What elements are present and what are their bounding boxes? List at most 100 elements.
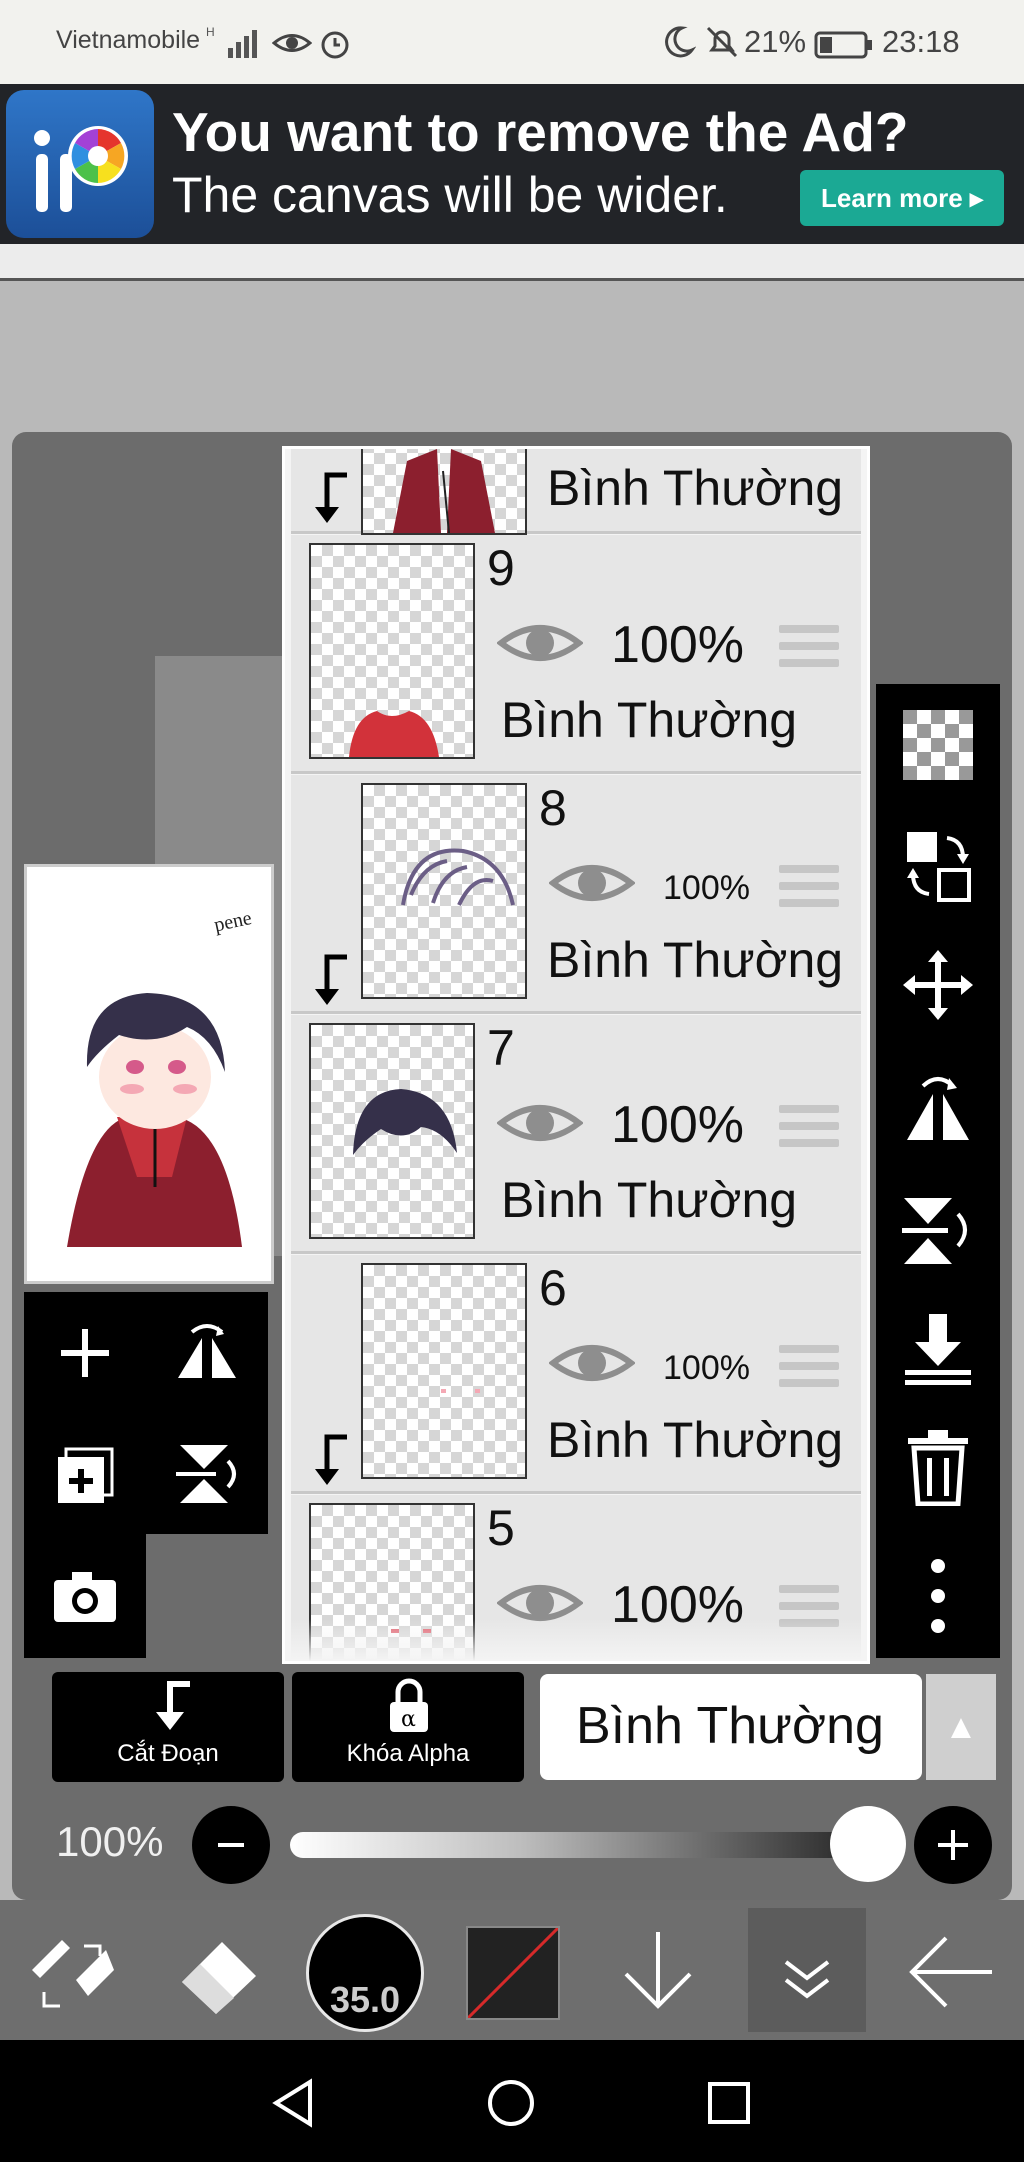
eraser-icon[interactable] — [176, 1930, 262, 2014]
layer-toolbar — [876, 684, 1000, 1658]
blend-mode-value: Bình Thường — [576, 1697, 884, 1755]
dropdown-arrow-icon[interactable]: ▲ — [926, 1674, 996, 1780]
layers-list[interactable]: Bình Thường 9 100% Bình Thường 8 100% Bì… — [282, 446, 870, 1664]
learn-more-button[interactable]: Learn more ▸ — [800, 170, 1004, 226]
opacity-slider-knob[interactable] — [830, 1806, 906, 1882]
muted-bell-icon — [706, 26, 738, 58]
layer-thumbnail — [309, 1023, 475, 1239]
delete-layer-icon[interactable] — [876, 1430, 1000, 1506]
brush-size-button[interactable]: 35.0 — [306, 1914, 424, 2032]
canvas-preview[interactable]: pene — [24, 864, 274, 1284]
plus-icon — [938, 1830, 968, 1860]
layer-item[interactable]: 8 100% Bình Thường — [291, 775, 861, 1014]
character-drawing: pene — [67, 907, 254, 1247]
brush-size-value: 35.0 — [329, 1979, 401, 2020]
layer-thumbnail — [361, 449, 527, 535]
clock: 23:18 — [882, 24, 960, 59]
layer-opacity: 100% — [663, 1349, 750, 1387]
layer-item[interactable]: 9 100% Bình Thường — [291, 535, 861, 774]
clipping-button[interactable]: Cắt Đoạn — [52, 1672, 284, 1782]
flip-layer-vertical-icon[interactable] — [876, 1192, 1000, 1268]
drag-handle-icon[interactable] — [779, 1345, 839, 1396]
eye-comfort-icon — [272, 34, 312, 52]
swap-layers-icon[interactable] — [876, 828, 1000, 904]
svg-text:α: α — [401, 1707, 416, 1732]
more-options-icon[interactable] — [876, 1558, 1000, 1634]
svg-text:H: H — [206, 25, 215, 39]
layer-number: 8 — [539, 780, 567, 836]
collapse-panel-button[interactable] — [748, 1908, 866, 2032]
visibility-eye-icon[interactable] — [497, 1093, 583, 1153]
nav-home-icon[interactable] — [486, 2078, 536, 2128]
opacity-decrease-button[interactable] — [192, 1806, 270, 1884]
battery-percent: 21% — [744, 24, 807, 59]
layer-blend-mode: Bình Thường — [501, 692, 798, 748]
layer-number: 6 — [539, 1260, 567, 1316]
layer-blend-mode: Bình Thường — [547, 932, 844, 988]
color-wheel-icon — [34, 126, 128, 212]
battery-icon — [814, 31, 872, 59]
clipping-arrow-icon — [156, 1681, 190, 1730]
bottom-toolbar: 35.0 — [0, 1900, 1024, 2040]
layer-number: 9 — [487, 540, 515, 596]
layer-number: 7 — [487, 1020, 515, 1076]
flip-vertical-icon[interactable] — [146, 1414, 268, 1534]
add-layer-icon[interactable] — [24, 1292, 146, 1414]
clipping-arrow-icon — [315, 954, 347, 1005]
camera-icon[interactable] — [24, 1534, 146, 1658]
ibispaint-logo — [6, 90, 154, 238]
layer-thumbnail — [361, 1263, 527, 1479]
drag-handle-icon[interactable] — [779, 625, 839, 676]
layer-opacity: 100% — [611, 1096, 744, 1154]
layer-item[interactable]: Bình Thường — [291, 449, 861, 535]
clipping-arrow-icon — [315, 472, 347, 523]
layer-item[interactable]: 7 100% Bình Thường — [291, 1015, 861, 1254]
ad-divider — [0, 244, 1024, 281]
opacity-value: 100% — [56, 1818, 164, 1865]
signal-icon: H — [206, 25, 257, 58]
opacity-slider[interactable] — [290, 1832, 870, 1858]
merge-down-icon[interactable] — [876, 1312, 1000, 1388]
carrier-name: Vietnamobile — [56, 26, 201, 54]
layer-opacity: 100% — [611, 616, 744, 674]
duplicate-layer-icon[interactable] — [24, 1414, 146, 1534]
nav-back-icon[interactable] — [270, 2078, 316, 2128]
alarm-icon — [321, 31, 349, 59]
layer-number: 5 — [487, 1500, 515, 1556]
new-transparent-layer-icon[interactable] — [876, 710, 1000, 780]
no-color-slash — [468, 1928, 558, 2018]
flip-horizontal-icon[interactable] — [146, 1292, 268, 1414]
android-nav-bar — [0, 2040, 1024, 2162]
minus-icon — [218, 1843, 244, 1847]
ad-subline: The canvas will be wider. — [172, 167, 728, 223]
layer-item[interactable]: 6 100% Bình Thường — [291, 1255, 861, 1494]
svg-text:pene: pene — [212, 907, 254, 936]
blend-mode-select[interactable]: Bình Thường ▲ — [540, 1674, 996, 1780]
layer-blend-mode: Bình Thường — [547, 1412, 844, 1468]
nav-recents-icon[interactable] — [706, 2080, 752, 2126]
color-swatch[interactable] — [466, 1926, 560, 2020]
double-chevron-down-icon — [784, 1960, 830, 1999]
arrow-down-icon[interactable] — [618, 1928, 698, 2014]
layer-blend-mode: Bình Thường — [547, 460, 844, 516]
brush-eraser-switch-icon[interactable] — [26, 1930, 116, 2014]
drag-handle-icon[interactable] — [779, 865, 839, 916]
status-bar: Vietnamobile H 21% 23:18 — [0, 0, 1024, 84]
ad-banner[interactable]: You want to remove the Ad? The canvas wi… — [0, 84, 1024, 244]
opacity-increase-button[interactable] — [914, 1806, 992, 1884]
clipping-arrow-icon — [315, 1434, 347, 1485]
move-icon[interactable] — [876, 950, 1000, 1020]
layer-opacity: 100% — [663, 869, 750, 907]
moon-icon — [665, 26, 696, 58]
flip-layer-horizontal-icon[interactable] — [876, 1070, 1000, 1146]
alpha-lock-button[interactable]: α Khóa Alpha — [292, 1672, 524, 1782]
layer-blend-mode: Bình Thường — [501, 1172, 798, 1228]
visibility-eye-icon[interactable] — [549, 1333, 635, 1393]
alpha-lock-label: Khóa Alpha — [346, 1740, 470, 1767]
drag-handle-icon[interactable] — [779, 1105, 839, 1156]
list-fade — [285, 1619, 867, 1661]
visibility-eye-icon[interactable] — [549, 853, 635, 913]
lock-icon: α — [390, 1678, 428, 1732]
back-arrow-icon[interactable] — [906, 1932, 996, 2012]
visibility-eye-icon[interactable] — [497, 613, 583, 673]
